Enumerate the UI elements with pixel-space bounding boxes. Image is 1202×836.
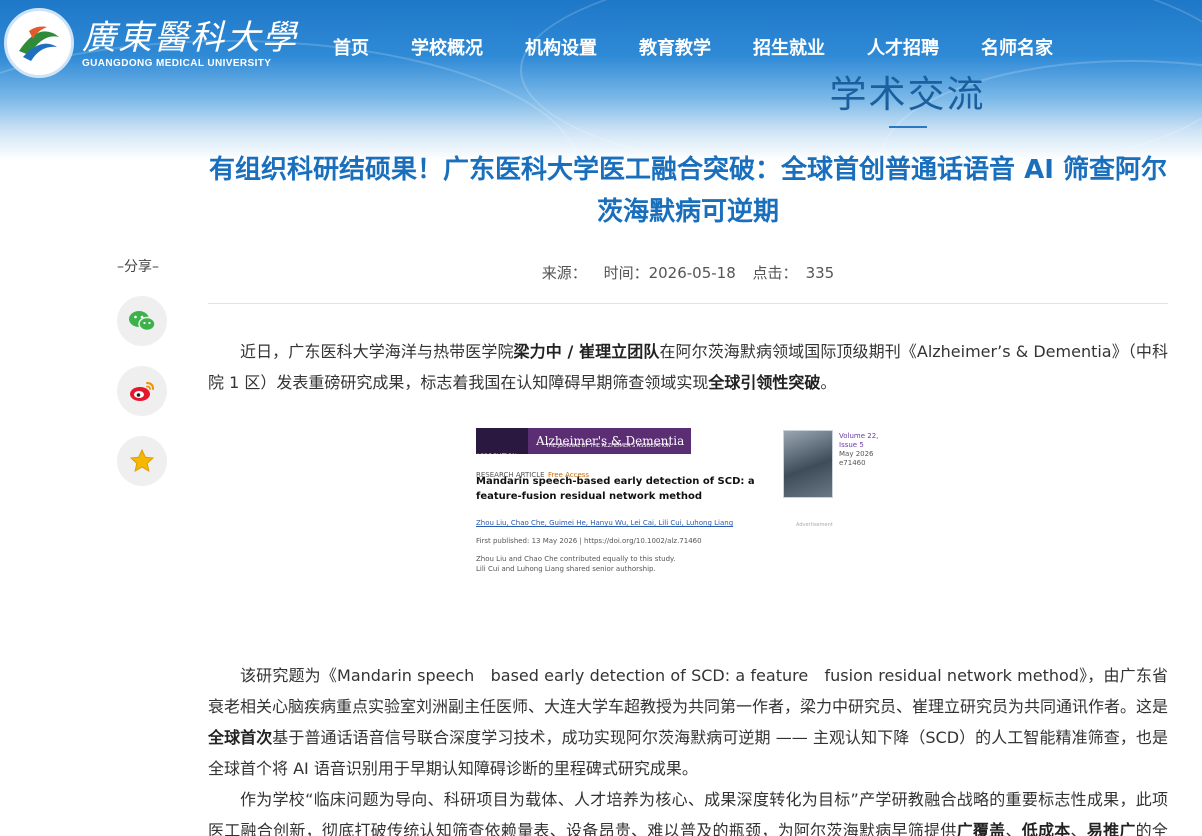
paper-screenshot-figure: ALZHEIMER'S ASSOCIATION Alzheimer's & De… xyxy=(208,398,1168,660)
nav-item-recruitment[interactable]: 人才招聘 xyxy=(867,34,939,60)
association-logo: ALZHEIMER'S ASSOCIATION xyxy=(476,422,528,460)
journal-subtitle: THE JOURNAL OF THE ALZHEIMER'S ASSOCIATI… xyxy=(546,443,671,449)
meta-time: 时间：2026-05-18 xyxy=(603,264,736,282)
highlight-low-cost: 低成本 xyxy=(1021,821,1071,836)
article-title: 有组织科研结硕果！广东医科大学医工融合突破：全球首创普通话语音 AI 筛查阿尔茨… xyxy=(209,155,1167,227)
issue-eid: e71460 xyxy=(839,459,866,467)
share-wechat-button[interactable] xyxy=(117,296,167,346)
wechat-icon xyxy=(129,311,156,332)
nav-item-departments[interactable]: 机构设置 xyxy=(525,34,597,60)
nav-item-admissions[interactable]: 招生就业 xyxy=(753,34,825,60)
paper-title: Mandarin speech-based early detection of… xyxy=(476,476,755,502)
paragraph-2: 该研究题为《Mandarin speech based early detect… xyxy=(208,666,1169,778)
paper-screenshot: ALZHEIMER'S ASSOCIATION Alzheimer's & De… xyxy=(476,422,896,653)
paragraph-3: 作为学校“临床问题为导向、科研项目为载体、人才培养为核心、成果深度转化为目标”产… xyxy=(208,784,1168,836)
team-name: 梁力中 / 崔理立团队 xyxy=(513,342,660,361)
share-weibo-button[interactable] xyxy=(117,366,167,416)
nav-item-about[interactable]: 学校概况 xyxy=(411,34,483,60)
nav-item-home[interactable]: 首页 xyxy=(333,34,369,60)
share-favorite-button[interactable] xyxy=(117,436,167,486)
journal-cover-image xyxy=(783,430,833,498)
logo-chinese-name: 廣東醫科大學 xyxy=(82,17,298,58)
highlight-breakthrough: 全球引领性突破 xyxy=(708,373,821,392)
issue-date: May 2026 xyxy=(839,450,874,458)
meta-clicks-label: 点击： xyxy=(752,264,798,282)
paper-note-2: Lili Cui and Luhong Liang shared senior … xyxy=(476,565,656,573)
article-body: 近日，广东医科大学海洋与热带医学院梁力中 / 崔理立团队在阿尔茨海默病领域国际顶… xyxy=(208,336,1168,836)
highlight-global-first: 全球首次 xyxy=(208,728,273,747)
paragraph-1: 近日，广东医科大学海洋与热带医学院梁力中 / 崔理立团队在阿尔茨海默病领域国际顶… xyxy=(208,342,1168,392)
share-label: –分享– xyxy=(117,259,159,275)
main-nav: 首页 学校概况 机构设置 教育教学 招生就业 人才招聘 名师名家 xyxy=(333,34,1095,60)
meta-clicks-count: 335 xyxy=(805,264,835,282)
issue-info: Volume 22, Issue 5 May 2026 e71460 xyxy=(839,432,896,468)
issue-volume: Volume 22, Issue 5 xyxy=(839,432,879,449)
nav-item-education[interactable]: 教育教学 xyxy=(639,34,711,60)
highlight-easy-promotion: 易推广 xyxy=(1086,821,1136,836)
nav-item-faculty[interactable]: 名师名家 xyxy=(981,34,1053,60)
highlight-wide-coverage: 广覆盖 xyxy=(956,821,1006,836)
meta-divider xyxy=(208,303,1168,304)
article-meta: 来源： 时间：2026-05-18 点击： 335 xyxy=(208,262,1168,283)
section-title-underline xyxy=(889,126,927,128)
favorite-icon xyxy=(129,448,155,473)
advertisement-label: Advertisement xyxy=(796,522,833,528)
meta-source: 来源： xyxy=(541,264,587,282)
section-title: 学术交流 xyxy=(829,73,986,116)
weibo-icon xyxy=(130,382,154,401)
